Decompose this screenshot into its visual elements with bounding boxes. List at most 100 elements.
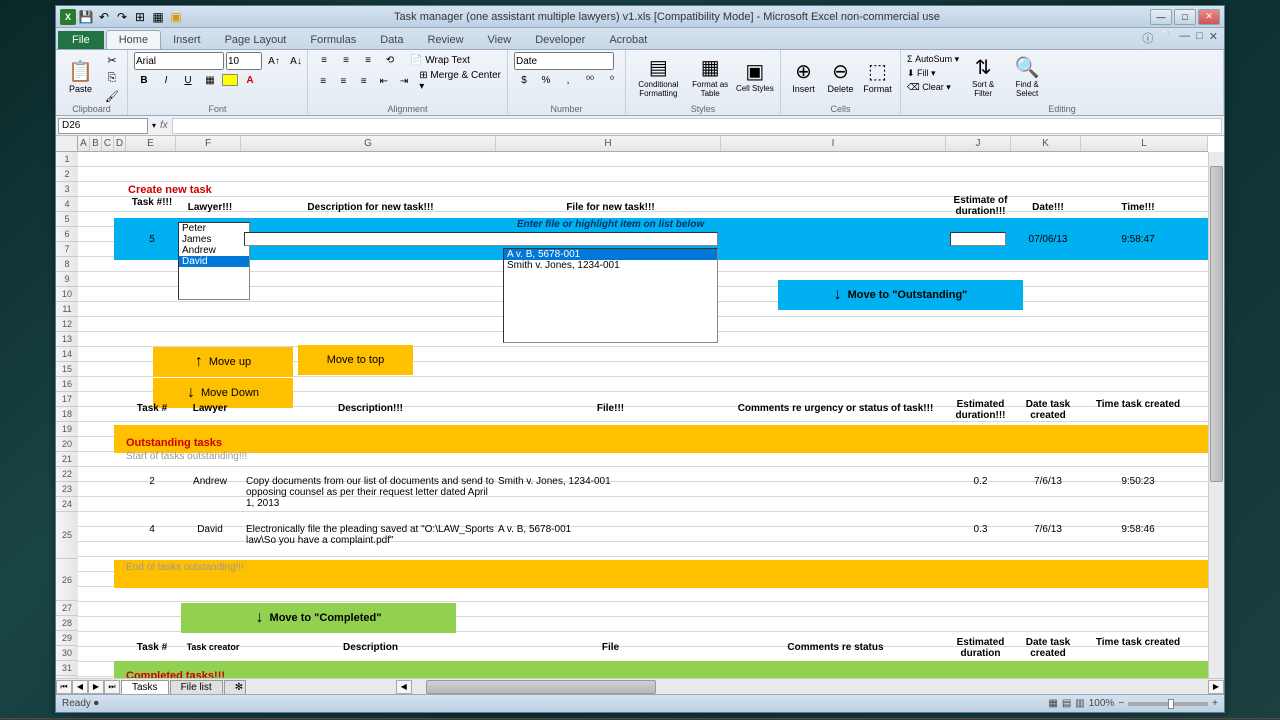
row-header[interactable]: 3 — [56, 182, 78, 197]
row-header[interactable]: 12 — [56, 317, 78, 332]
align-top-icon[interactable]: ≡ — [314, 52, 334, 68]
row-header[interactable]: 31 — [56, 661, 78, 676]
tab-page-layout[interactable]: Page Layout — [213, 31, 299, 49]
comma-icon[interactable]: , — [558, 72, 578, 88]
col-header[interactable]: H — [496, 136, 721, 151]
col-header[interactable]: I — [721, 136, 946, 151]
row-header[interactable]: 1 — [56, 152, 78, 167]
name-box[interactable] — [58, 118, 148, 134]
tab-insert[interactable]: Insert — [161, 31, 213, 49]
row-header[interactable]: 22 — [56, 467, 78, 482]
format-painter-icon[interactable]: 🖌 — [103, 88, 121, 104]
shrink-font-icon[interactable]: A↓ — [286, 53, 306, 69]
font-select[interactable] — [134, 52, 224, 70]
col-header[interactable]: K — [1011, 136, 1081, 151]
insert-button[interactable]: ⊕Insert — [787, 52, 820, 100]
tab-acrobat[interactable]: Acrobat — [597, 31, 659, 49]
estimate-input[interactable] — [950, 232, 1006, 246]
underline-icon[interactable]: U — [178, 72, 198, 88]
min-ribbon-icon[interactable]: — — [1179, 30, 1190, 46]
file-listbox[interactable]: A v. B, 5678-001Smith v. Jones, 1234-001 — [503, 248, 718, 343]
format-button[interactable]: ⬚Format — [861, 52, 894, 100]
close-doc-icon[interactable]: ✕ — [1209, 30, 1218, 46]
border-icon[interactable]: ▦ — [200, 72, 220, 88]
undo-icon[interactable]: ↶ — [96, 9, 112, 25]
row-header[interactable]: 2 — [56, 167, 78, 182]
paste-button[interactable]: 📋Paste — [62, 52, 99, 100]
grow-font-icon[interactable]: A↑ — [264, 53, 284, 69]
close-button[interactable]: ✕ — [1198, 9, 1220, 25]
qat-icon[interactable]: ⊞ — [132, 9, 148, 25]
font-color-icon[interactable]: A — [240, 72, 260, 88]
cell-styles-button[interactable]: ▣Cell Styles — [736, 52, 774, 100]
fill-button[interactable]: ⬇ Fill ▾ — [907, 68, 959, 79]
align-left-icon[interactable]: ≡ — [314, 73, 332, 89]
vertical-scrollbar[interactable] — [1208, 152, 1224, 678]
tab-nav-next[interactable]: ▶ — [88, 680, 104, 694]
align-bot-icon[interactable]: ≡ — [358, 52, 378, 68]
row-header[interactable]: 28 — [56, 616, 78, 631]
dropdown-icon[interactable]: ▾ — [152, 121, 156, 130]
move-top-button[interactable]: Move to top — [298, 345, 413, 375]
redo-icon[interactable]: ↷ — [114, 9, 130, 25]
hscroll-right[interactable]: ▶ — [1208, 680, 1224, 694]
tab-developer[interactable]: Developer — [523, 31, 597, 49]
row-header[interactable]: 23 — [56, 482, 78, 497]
tab-formulas[interactable]: Formulas — [298, 31, 368, 49]
select-all-button[interactable] — [56, 136, 78, 152]
orient-icon[interactable]: ⟲ — [380, 52, 400, 68]
grid[interactable]: Create new task Task #!!! Lawyer!!! Desc… — [78, 152, 1208, 678]
zoom-slider[interactable] — [1128, 702, 1208, 706]
cut-icon[interactable]: ✂ — [103, 52, 121, 68]
save-icon[interactable]: 💾 — [78, 9, 94, 25]
col-header[interactable]: L — [1081, 136, 1208, 151]
file-option[interactable]: A v. B, 5678-001 — [504, 249, 717, 260]
row-header[interactable]: 7 — [56, 242, 78, 257]
cond-format-button[interactable]: ▤Conditional Formatting — [632, 52, 685, 100]
clear-button[interactable]: ⌫ Clear ▾ — [907, 82, 959, 93]
macro-rec-icon[interactable]: ⏺ — [94, 698, 99, 709]
col-header[interactable]: B — [90, 136, 102, 151]
minimize-button[interactable]: — — [1150, 9, 1172, 25]
col-header[interactable]: E — [126, 136, 176, 151]
zoom-out-button[interactable]: − — [1118, 698, 1124, 709]
row-header[interactable]: 26 — [56, 559, 78, 601]
hscroll-left[interactable]: ◀ — [396, 680, 412, 694]
col-header[interactable]: F — [176, 136, 241, 151]
qat-icon[interactable]: ▣ — [168, 9, 184, 25]
italic-icon[interactable]: I — [156, 72, 176, 88]
row-header[interactable]: 16 — [56, 377, 78, 392]
currency-icon[interactable]: $ — [514, 72, 534, 88]
indent-inc-icon[interactable]: ⇥ — [395, 73, 413, 89]
row-header[interactable]: 11 — [56, 302, 78, 317]
row-header[interactable]: 29 — [56, 631, 78, 646]
align-center-icon[interactable]: ≡ — [334, 73, 352, 89]
row-header[interactable]: 6 — [56, 227, 78, 242]
bold-icon[interactable]: B — [134, 72, 154, 88]
row-header[interactable]: 13 — [56, 332, 78, 347]
sheet-tab-tasks[interactable]: Tasks — [121, 680, 169, 694]
zoom-in-button[interactable]: + — [1212, 698, 1218, 709]
row-header[interactable]: 20 — [56, 437, 78, 452]
lawyer-option[interactable]: Peter — [179, 223, 249, 234]
tab-nav-last[interactable]: ⏭ — [104, 680, 120, 694]
lawyer-option[interactable]: James — [179, 234, 249, 245]
tab-data[interactable]: Data — [368, 31, 415, 49]
delete-button[interactable]: ⊖Delete — [824, 52, 857, 100]
tab-view[interactable]: View — [476, 31, 524, 49]
sheet-tab-new[interactable]: ✻ — [224, 680, 246, 694]
row-header[interactable]: 8 — [56, 257, 78, 272]
row-header[interactable]: 4 — [56, 197, 78, 212]
horizontal-scrollbar[interactable] — [426, 680, 1194, 694]
lawyer-listbox[interactable]: PeterJamesAndrewDavid — [178, 222, 250, 300]
row-header[interactable]: 9 — [56, 272, 78, 287]
autosum-button[interactable]: Σ AutoSum ▾ — [907, 54, 959, 65]
col-header[interactable]: J — [946, 136, 1011, 151]
copy-icon[interactable]: ⎘ — [103, 70, 121, 86]
col-header[interactable]: A — [78, 136, 90, 151]
row-header[interactable]: 30 — [56, 646, 78, 661]
sort-filter-button[interactable]: ⇅Sort & Filter — [963, 52, 1003, 100]
row-header[interactable]: 18 — [56, 407, 78, 422]
wrap-text-button[interactable]: 📄 Wrap Text — [410, 55, 470, 66]
tab-nav-first[interactable]: ⏮ — [56, 680, 72, 694]
